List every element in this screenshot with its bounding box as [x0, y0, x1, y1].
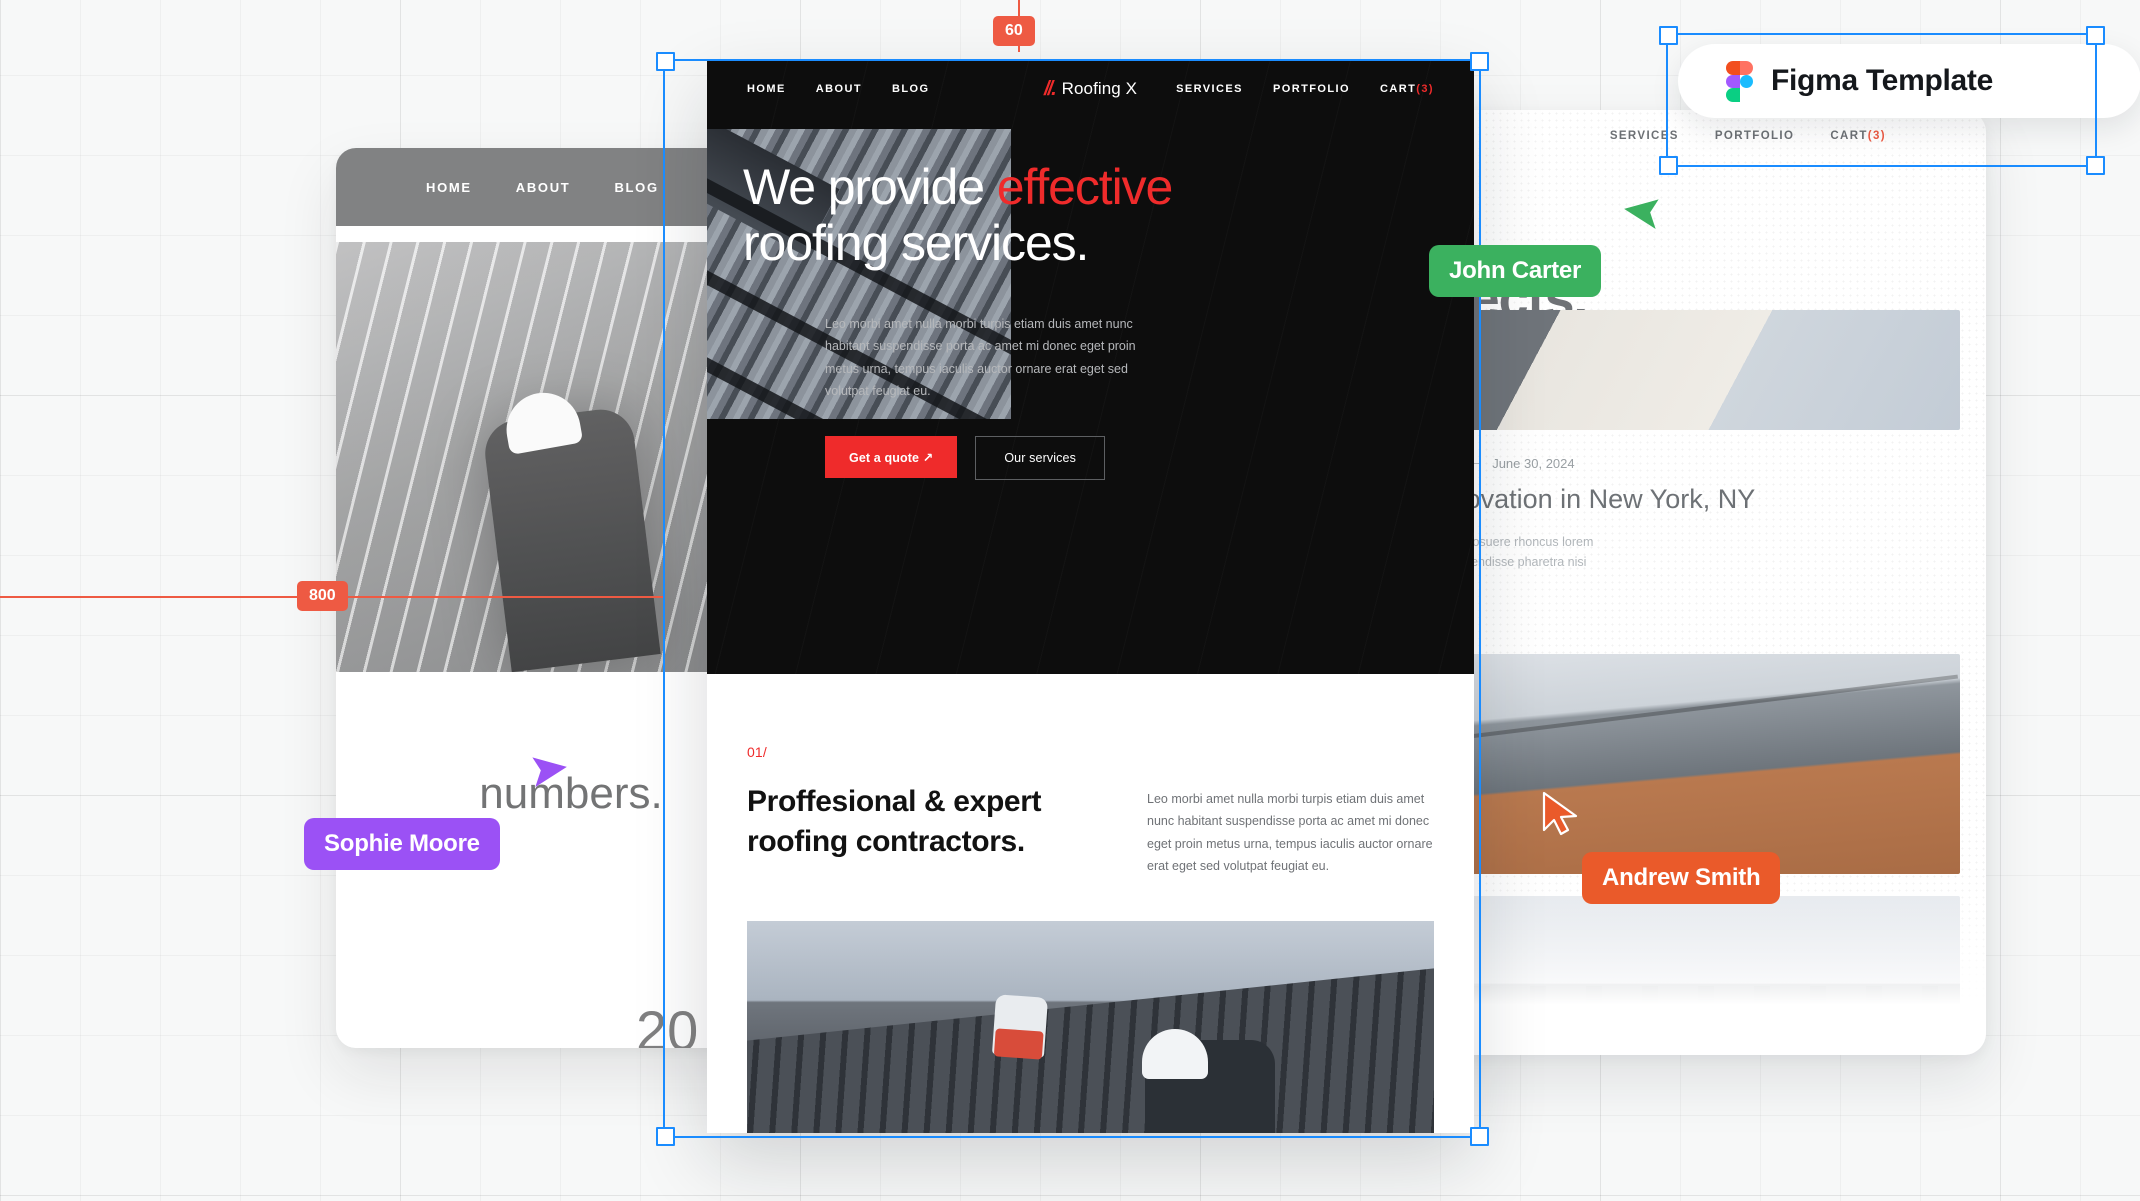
logo-slash-icon: //.	[1043, 77, 1057, 100]
cursor-label-sophie-moore: Sophie Moore	[304, 818, 500, 870]
stat-number: 20	[636, 999, 699, 1049]
right-nav-item-portfolio[interactable]: PORTFOLIO	[1715, 130, 1795, 142]
section-two-row: Proffesional & expert roofing contractor…	[747, 782, 1434, 877]
brand-logo[interactable]: //. Roofing X	[1044, 79, 1137, 99]
section-two-paragraph: Leo morbi amet nulla morbi turpis etiam …	[1147, 792, 1433, 873]
right-nav-item-services[interactable]: SERVICES	[1610, 130, 1679, 142]
hero-text-block: We provide effective roofing services. Le…	[707, 117, 1474, 480]
nav-item-blog[interactable]: BLOG	[892, 83, 930, 95]
hero-section: HOME ABOUT BLOG //. Roofing X SERVICES P…	[707, 60, 1474, 674]
figma-template-label: Figma Template	[1771, 64, 1993, 97]
nav-item-services[interactable]: SERVICES	[1176, 83, 1243, 95]
hero-heading-accent: effective	[996, 159, 1174, 215]
hero-heading-part2: roofing services.	[743, 215, 1089, 271]
left-nav-item-about[interactable]: ABOUT	[516, 180, 571, 195]
left-card-stat: 20 Successful	[636, 999, 704, 1049]
section-index: 01/	[747, 744, 767, 760]
selection-handle-bottom-left[interactable]	[656, 1127, 675, 1146]
badge-handle-top-left[interactable]	[1659, 26, 1678, 45]
figma-logo-icon	[1726, 61, 1753, 102]
cursor-label-andrew-smith: Andrew Smith	[1582, 852, 1781, 904]
section-two: 01/ Proffesional & expert roofing contra…	[707, 674, 1474, 1133]
badge-handle-bottom-right[interactable]	[2086, 156, 2105, 175]
right-nav-cart[interactable]: CART(3)	[1830, 130, 1886, 142]
selection-handle-top-left[interactable]	[656, 52, 675, 71]
nav-right-group: SERVICES PORTFOLIO CART(3)	[1137, 83, 1434, 95]
selection-handle-bottom-right[interactable]	[1470, 1127, 1489, 1146]
project-date: June 30, 2024	[1492, 456, 1575, 471]
hero-paragraph: Leo morbi amet nulla morbi turpis etiam …	[825, 317, 1136, 398]
brand-name: Roofing X	[1061, 78, 1138, 98]
cursor-arrow-orange-icon	[1542, 791, 1578, 836]
main-selected-frame[interactable]: HOME ABOUT BLOG //. Roofing X SERVICES P…	[707, 60, 1474, 1133]
hero-heading: We provide effective roofing services.	[743, 159, 1474, 271]
measure-label-800: 800	[297, 581, 348, 611]
nav-item-home[interactable]: HOME	[747, 83, 786, 95]
left-nav-item-blog[interactable]: BLOG	[614, 180, 658, 195]
measure-label-60: 60	[993, 16, 1035, 46]
roof-slats-texture	[747, 962, 1434, 1133]
badge-handle-top-right[interactable]	[2086, 26, 2105, 45]
section-two-photo	[747, 921, 1434, 1133]
hero-heading-part1: We provide	[743, 159, 997, 215]
nav-left-group: HOME ABOUT BLOG	[747, 83, 1044, 95]
hero-buttons: Get a quote ↗ Our services	[825, 436, 1474, 480]
main-top-navigation: HOME ABOUT BLOG //. Roofing X SERVICES P…	[707, 60, 1474, 117]
left-nav-item-home[interactable]: HOME	[426, 180, 472, 195]
figma-template-badge[interactable]: Figma Template	[1678, 44, 2140, 118]
our-services-button[interactable]: Our services	[975, 436, 1105, 480]
get-a-quote-button[interactable]: Get a quote ↗	[825, 436, 958, 478]
nav-item-cart[interactable]: CART(3)	[1380, 83, 1434, 95]
section-two-heading: Proffesional & expert roofing contractor…	[747, 785, 1042, 858]
worker-on-roof	[992, 994, 1049, 1058]
badge-handle-bottom-left[interactable]	[1659, 156, 1678, 175]
nav-item-portfolio[interactable]: PORTFOLIO	[1273, 83, 1350, 95]
nav-item-about[interactable]: ABOUT	[816, 83, 862, 95]
